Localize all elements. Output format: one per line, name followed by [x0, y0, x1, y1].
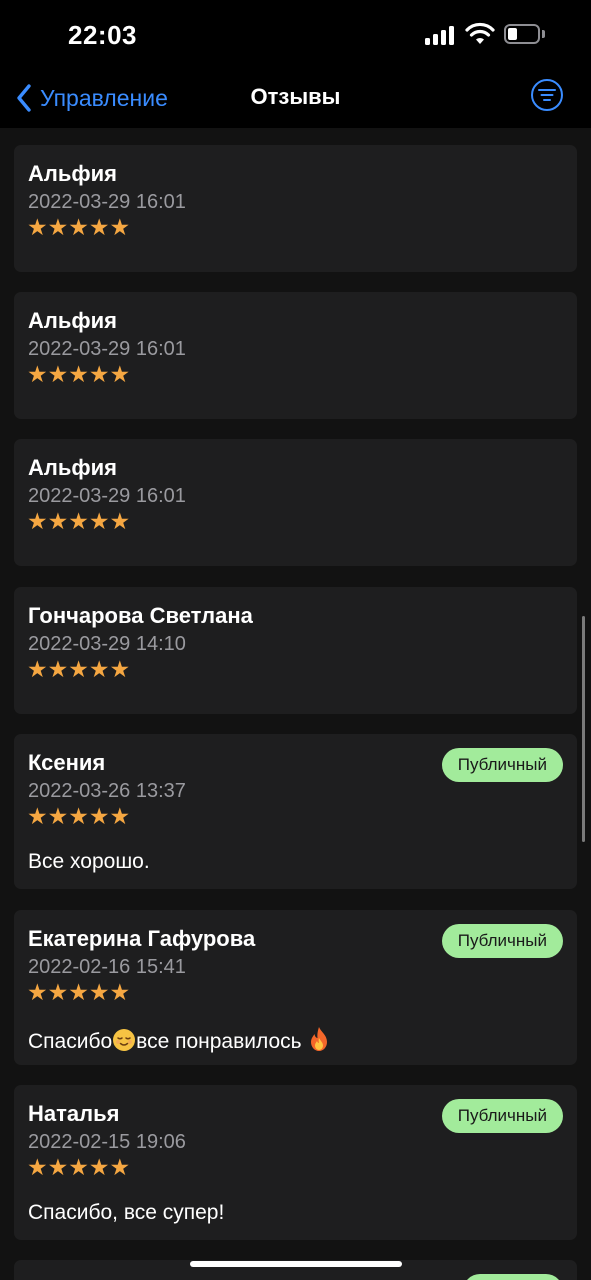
- reviewer-name: Альфия: [28, 308, 117, 333]
- rating-stars: ★★★★★: [27, 980, 131, 1006]
- public-status-badge-partial: [463, 1274, 563, 1280]
- reviewer-name: Гончарова Светлана: [28, 603, 253, 628]
- reviewer-name: Альфия: [28, 161, 117, 186]
- review-date: 2022-03-29 16:01: [28, 191, 186, 213]
- wifi-icon: [465, 22, 495, 44]
- review-date: 2022-02-16 15:41: [28, 956, 186, 978]
- public-status-badge: Публичный: [441, 924, 563, 958]
- review-card[interactable]: Альфия 2022-03-29 16:01 ★★★★★: [14, 145, 577, 272]
- rating-stars: ★★★★★: [27, 362, 131, 388]
- review-card[interactable]: Альфия 2022-03-29 16:01 ★★★★★: [14, 292, 577, 419]
- rating-stars: ★★★★★: [27, 509, 131, 535]
- page-title: Отзывы: [250, 84, 341, 109]
- review-card[interactable]: Альфия 2022-03-29 16:01 ★★★★★: [14, 439, 577, 566]
- review-card[interactable]: Екатерина Гафурова Публичный 2022-02-16 …: [14, 910, 577, 1065]
- rating-stars: ★★★★★: [27, 1155, 131, 1181]
- status-bar: 22:03: [0, 0, 591, 70]
- navigation-bar: Управление Отзывы: [0, 70, 591, 128]
- home-indicator[interactable]: [190, 1261, 402, 1267]
- reviewer-name: Альфия: [28, 455, 117, 480]
- scroll-indicator[interactable]: [582, 616, 585, 842]
- status-time: 22:03: [68, 20, 137, 50]
- reviewer-name: Ксения: [28, 750, 106, 775]
- reviewer-name: Наталья: [28, 1101, 120, 1126]
- review-date: 2022-03-29 16:01: [28, 338, 186, 360]
- reviews-list[interactable]: Альфия 2022-03-29 16:01 ★★★★★ Альфия 202…: [0, 128, 591, 1280]
- public-status-badge: Публичный: [441, 1099, 563, 1133]
- rating-stars: ★★★★★: [27, 804, 131, 830]
- battery-tip: [542, 30, 545, 38]
- relieved-face-emoji-icon: [113, 1029, 136, 1051]
- public-status-badge: Публичный: [441, 748, 563, 782]
- review-date: 2022-03-26 13:37: [28, 780, 186, 802]
- filter-icon[interactable]: [530, 78, 564, 112]
- review-card[interactable]: Наталья Публичный 2022-02-15 19:06 ★★★★★…: [14, 1085, 577, 1240]
- reviewer-name: Екатерина Гафурова: [28, 926, 256, 951]
- review-date: 2022-02-15 19:06: [28, 1131, 186, 1153]
- review-text-part: Спасибо: [28, 1030, 113, 1053]
- rating-stars: ★★★★★: [27, 657, 131, 683]
- battery-icon: [504, 24, 540, 44]
- review-card[interactable]: Гончарова Светлана 2022-03-29 14:10 ★★★★…: [14, 587, 577, 714]
- review-text: Спасибо все понравилось: [28, 1026, 331, 1054]
- fire-emoji-icon: [311, 1027, 328, 1051]
- review-text: Спасибо, все супер!: [28, 1201, 225, 1224]
- review-date: 2022-03-29 14:10: [28, 633, 186, 655]
- review-text: Все хорошо.: [28, 850, 150, 873]
- review-date: 2022-03-29 16:01: [28, 485, 186, 507]
- rating-stars: ★★★★★: [27, 215, 131, 241]
- review-card[interactable]: Ксения Публичный 2022-03-26 13:37 ★★★★★ …: [14, 734, 577, 889]
- review-text-part: все понравилось: [136, 1030, 308, 1053]
- cellular-signal-icon: [425, 25, 455, 45]
